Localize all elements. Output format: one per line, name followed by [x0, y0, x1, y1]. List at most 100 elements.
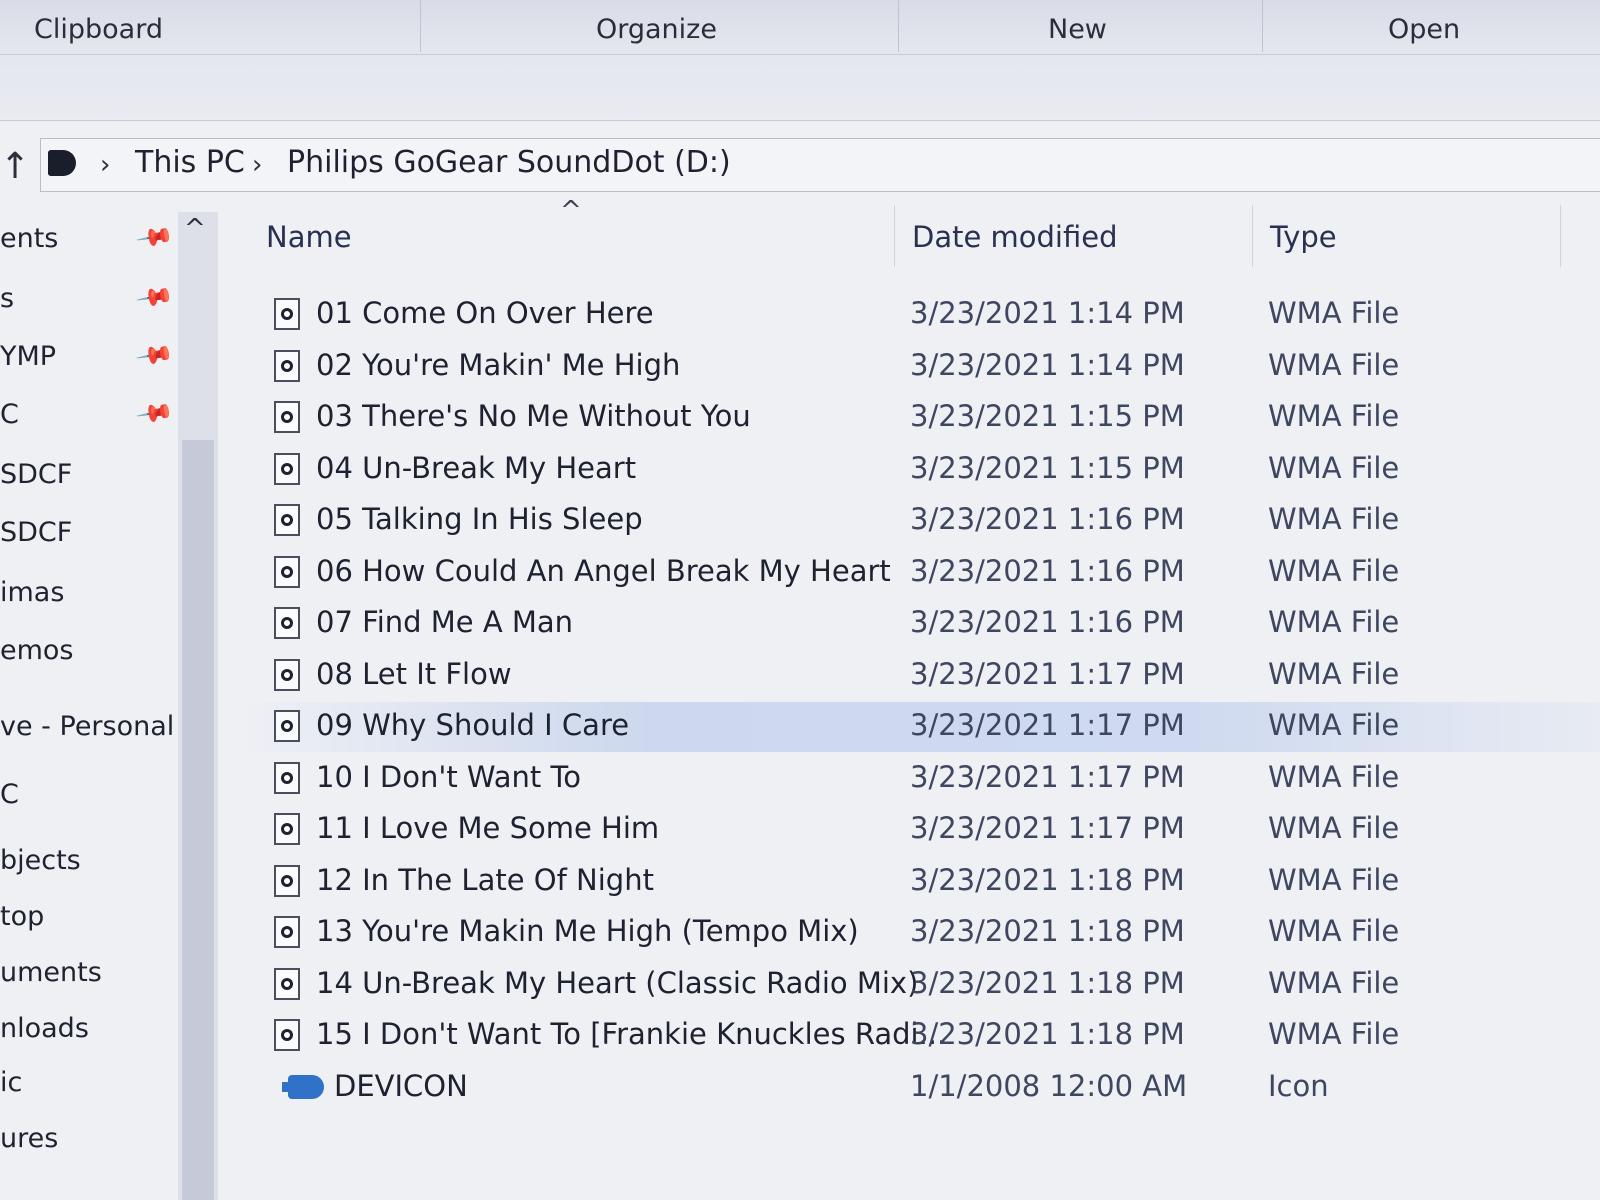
file-name[interactable]: 09 Why Should I Care — [316, 708, 629, 742]
pin-icon: 📌 — [134, 392, 176, 434]
nav-item[interactable]: C — [0, 779, 19, 810]
nav-item[interactable]: nloads — [0, 1013, 89, 1044]
nav-item[interactable]: ures — [0, 1123, 58, 1154]
address-bar[interactable] — [40, 138, 1600, 192]
ribbon-group-new[interactable]: New — [1048, 14, 1107, 45]
nav-item[interactable]: imas — [0, 577, 64, 608]
chevron-right-icon[interactable]: › — [252, 150, 262, 180]
file-type: Icon — [1268, 1068, 1329, 1103]
navigation-pane: ents 📌 s 📌 YMP 📌 C 📌 SDCF SDCF imas emos… — [0, 205, 180, 1200]
file-date-modified: 3/23/2021 1:18 PM — [910, 862, 1185, 897]
nav-item[interactable]: ents — [0, 223, 58, 254]
pin-icon: 📌 — [134, 334, 176, 376]
file-row[interactable]: 15 I Don't Want To [Frankie Knuckles Rad… — [240, 1011, 1600, 1061]
file-name[interactable]: 03 There's No Me Without You — [316, 399, 751, 433]
ribbon-group-open[interactable]: Open — [1388, 14, 1460, 45]
nav-item[interactable]: top — [0, 901, 44, 932]
column-header-date[interactable]: Date modified — [912, 220, 1118, 254]
file-name[interactable]: 06 How Could An Angel Break My Heart — [316, 554, 891, 588]
ribbon-group-clipboard[interactable]: Clipboard — [34, 14, 163, 45]
file-name[interactable]: 15 I Don't Want To [Frankie Knuckles Rad… — [316, 1017, 946, 1051]
ribbon-group-organize[interactable]: Organize — [596, 14, 717, 45]
column-divider[interactable] — [894, 205, 895, 267]
file-row[interactable]: 02 You're Makin' Me High 3/23/2021 1:14 P… — [240, 342, 1600, 392]
file-type: WMA File — [1268, 450, 1400, 485]
up-arrow-icon[interactable]: ↑ — [0, 146, 30, 187]
audio-file-icon — [274, 401, 300, 433]
file-type: WMA File — [1268, 553, 1400, 588]
file-date-modified: 3/23/2021 1:15 PM — [910, 399, 1185, 433]
file-row[interactable]: DEVICON 1/1/2008 12:00 AM Icon — [240, 1063, 1600, 1113]
file-row[interactable]: 09 Why Should I Care 3/23/2021 1:17 PM WMA… — [240, 702, 1600, 752]
nav-item[interactable]: ic — [0, 1067, 22, 1098]
ribbon-rule — [0, 54, 1600, 55]
nav-item[interactable]: s — [0, 283, 14, 314]
file-row[interactable]: 12 In The Late Of Night 3/23/2021 1:18 PM… — [240, 857, 1600, 907]
file-name[interactable]: 10 I Don't Want To — [316, 760, 581, 794]
file-name[interactable]: 14 Un-Break My Heart (Classic Radio Mix) — [316, 966, 918, 1000]
nav-item[interactable]: C — [0, 399, 19, 430]
file-type: WMA File — [1268, 708, 1400, 742]
file-name[interactable]: 04 Un-Break My Heart — [316, 451, 636, 485]
breadcrumb-drive[interactable]: Philips GoGear SoundDot (D:) — [287, 145, 731, 180]
nav-item[interactable]: YMP — [0, 341, 56, 372]
nav-item[interactable]: SDCF — [0, 459, 72, 490]
file-name[interactable]: DEVICON — [334, 1069, 468, 1103]
nav-scrollbar-thumb[interactable] — [182, 440, 214, 1200]
audio-file-icon — [274, 504, 300, 536]
file-row[interactable]: 14 Un-Break My Heart (Classic Radio Mix)… — [240, 960, 1600, 1010]
file-type: WMA File — [1268, 811, 1400, 845]
file-row[interactable]: 06 How Could An Angel Break My Heart 3/23… — [240, 548, 1600, 598]
file-type: WMA File — [1268, 1017, 1400, 1051]
nav-item[interactable]: emos — [0, 635, 74, 666]
file-row[interactable]: 03 There's No Me Without You 3/23/2021 1:… — [240, 393, 1600, 443]
nav-item[interactable]: SDCF — [0, 517, 72, 548]
ribbon-divider — [1262, 0, 1263, 52]
file-name[interactable]: 13 You're Makin Me High (Tempo Mix) — [316, 914, 859, 948]
audio-file-icon — [274, 658, 300, 691]
file-row[interactable]: 08 Let It Flow 3/23/2021 1:17 PM WMA File — [240, 651, 1600, 701]
file-row[interactable]: 11 I Love Me Some Him 3/23/2021 1:17 PM WM… — [240, 805, 1600, 855]
file-date-modified: 3/23/2021 1:15 PM — [910, 450, 1185, 485]
column-header-name[interactable]: Name — [266, 220, 352, 254]
file-type: WMA File — [1268, 759, 1400, 794]
file-row[interactable]: 10 I Don't Want To 3/23/2021 1:17 PM WMA F… — [240, 754, 1600, 804]
file-type: WMA File — [1268, 296, 1400, 330]
file-date-modified: 3/23/2021 1:17 PM — [910, 708, 1185, 742]
file-type: WMA File — [1268, 399, 1400, 433]
file-row[interactable]: 13 You're Makin Me High (Tempo Mix) 3/23/… — [240, 908, 1600, 958]
column-divider[interactable] — [1252, 205, 1253, 267]
scroll-up-icon[interactable]: ^ — [184, 214, 206, 244]
nav-item[interactable]: bjects — [0, 845, 81, 876]
file-row[interactable]: 05 Talking In His Sleep 3/23/2021 1:16 PM… — [240, 496, 1600, 546]
file-date-modified: 1/1/2008 12:00 AM — [910, 1068, 1188, 1103]
file-date-modified: 3/23/2021 1:16 PM — [910, 605, 1185, 639]
file-name[interactable]: 01 Come On Over Here — [316, 296, 654, 330]
audio-file-icon — [274, 710, 300, 742]
column-divider[interactable] — [1560, 205, 1561, 267]
file-name[interactable]: 11 I Love Me Some Him — [316, 811, 659, 845]
column-header-type[interactable]: Type — [1270, 220, 1337, 254]
file-row[interactable]: 01 Come On Over Here 3/23/2021 1:14 PM WMA… — [240, 290, 1600, 340]
pin-icon: 📌 — [134, 216, 176, 258]
audio-file-icon — [274, 916, 300, 948]
chevron-right-icon[interactable]: › — [100, 150, 110, 180]
file-name[interactable]: 07 Find Me A Man — [316, 605, 573, 639]
file-name[interactable]: 08 Let It Flow — [316, 657, 512, 691]
audio-file-icon — [274, 1019, 300, 1051]
file-row[interactable]: 07 Find Me A Man 3/23/2021 1:16 PM WMA Fil… — [240, 599, 1600, 649]
ribbon-divider — [420, 0, 421, 52]
file-row[interactable]: 04 Un-Break My Heart 3/23/2021 1:15 PM WMA… — [240, 445, 1600, 495]
file-name[interactable]: 05 Talking In His Sleep — [316, 502, 643, 536]
ribbon: Clipboard Organize New Open — [0, 0, 1600, 121]
audio-file-icon — [274, 452, 300, 485]
nav-item[interactable]: uments — [0, 957, 102, 988]
drive-icon — [48, 150, 76, 176]
nav-item[interactable]: ve - Personal — [0, 711, 174, 742]
file-name[interactable]: 12 In The Late Of Night — [316, 863, 654, 897]
ribbon-divider — [898, 0, 899, 52]
breadcrumb-this-pc[interactable]: This PC — [135, 145, 245, 180]
audio-file-icon — [274, 607, 300, 639]
file-name[interactable]: 02 You're Makin' Me High — [316, 348, 680, 382]
file-date-modified: 3/23/2021 1:18 PM — [910, 1017, 1185, 1051]
